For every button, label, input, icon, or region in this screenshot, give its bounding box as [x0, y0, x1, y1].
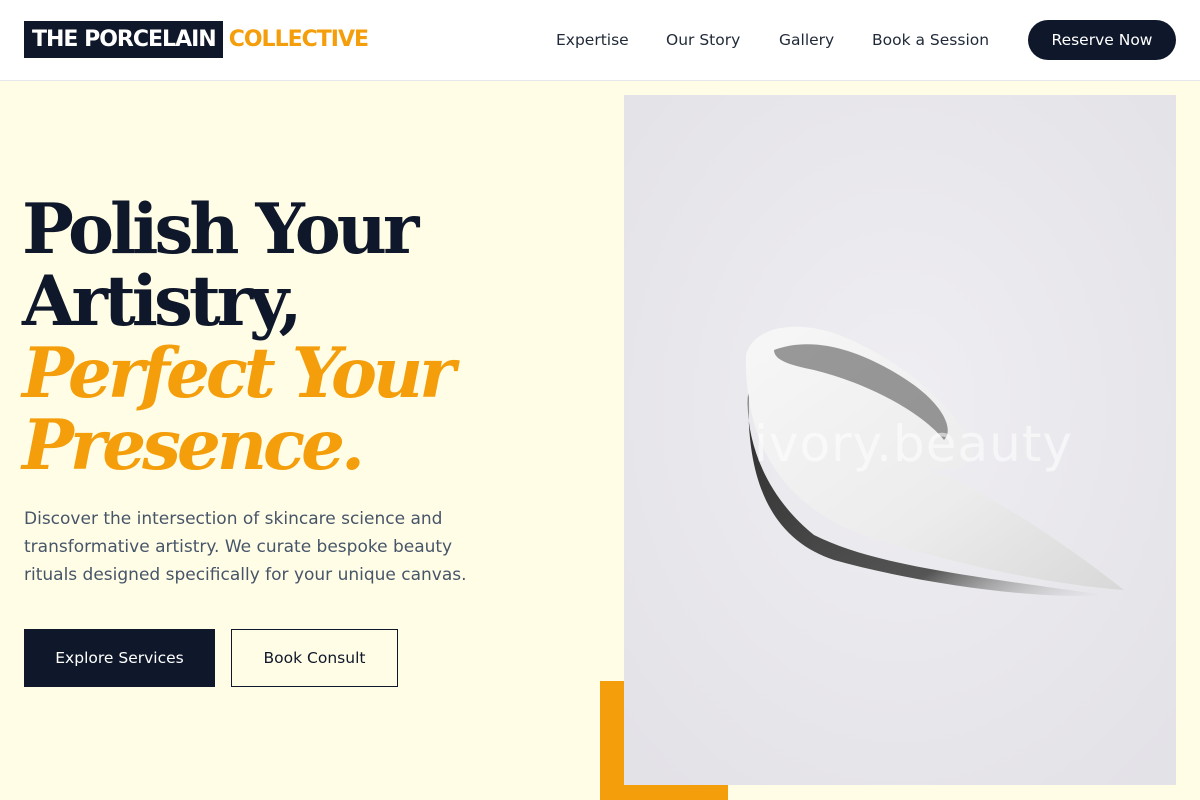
hero-image: ivory.beauty: [624, 95, 1176, 785]
image-watermark: ivory.beauty: [754, 415, 1074, 473]
headline-accent-line-2: Presence.: [22, 405, 365, 486]
hero-description: Discover the intersection of skincare sc…: [24, 509, 467, 585]
hero-headline: Polish Your Artistry, Perfect Your Prese…: [22, 189, 456, 486]
reserve-now-button[interactable]: Reserve Now: [1028, 20, 1176, 60]
site-header: THE PORCELAIN COLLECTIVE Expertise Our S…: [0, 0, 1200, 81]
nav-link-gallery[interactable]: Gallery: [779, 29, 834, 51]
headline-accent-line-1: Perfect Your: [22, 333, 456, 414]
explore-services-button[interactable]: Explore Services: [24, 629, 215, 687]
nav-link-expertise[interactable]: Expertise: [556, 29, 629, 51]
headline-line-2: Artistry,: [22, 261, 303, 342]
main-nav: Expertise Our Story Gallery Book a Sessi…: [0, 29, 1200, 51]
headline-line-1: Polish Your: [22, 189, 419, 270]
nav-link-book-a-session[interactable]: Book a Session: [872, 29, 989, 51]
nav-link-our-story[interactable]: Our Story: [666, 29, 740, 51]
book-consult-button[interactable]: Book Consult: [231, 629, 398, 687]
